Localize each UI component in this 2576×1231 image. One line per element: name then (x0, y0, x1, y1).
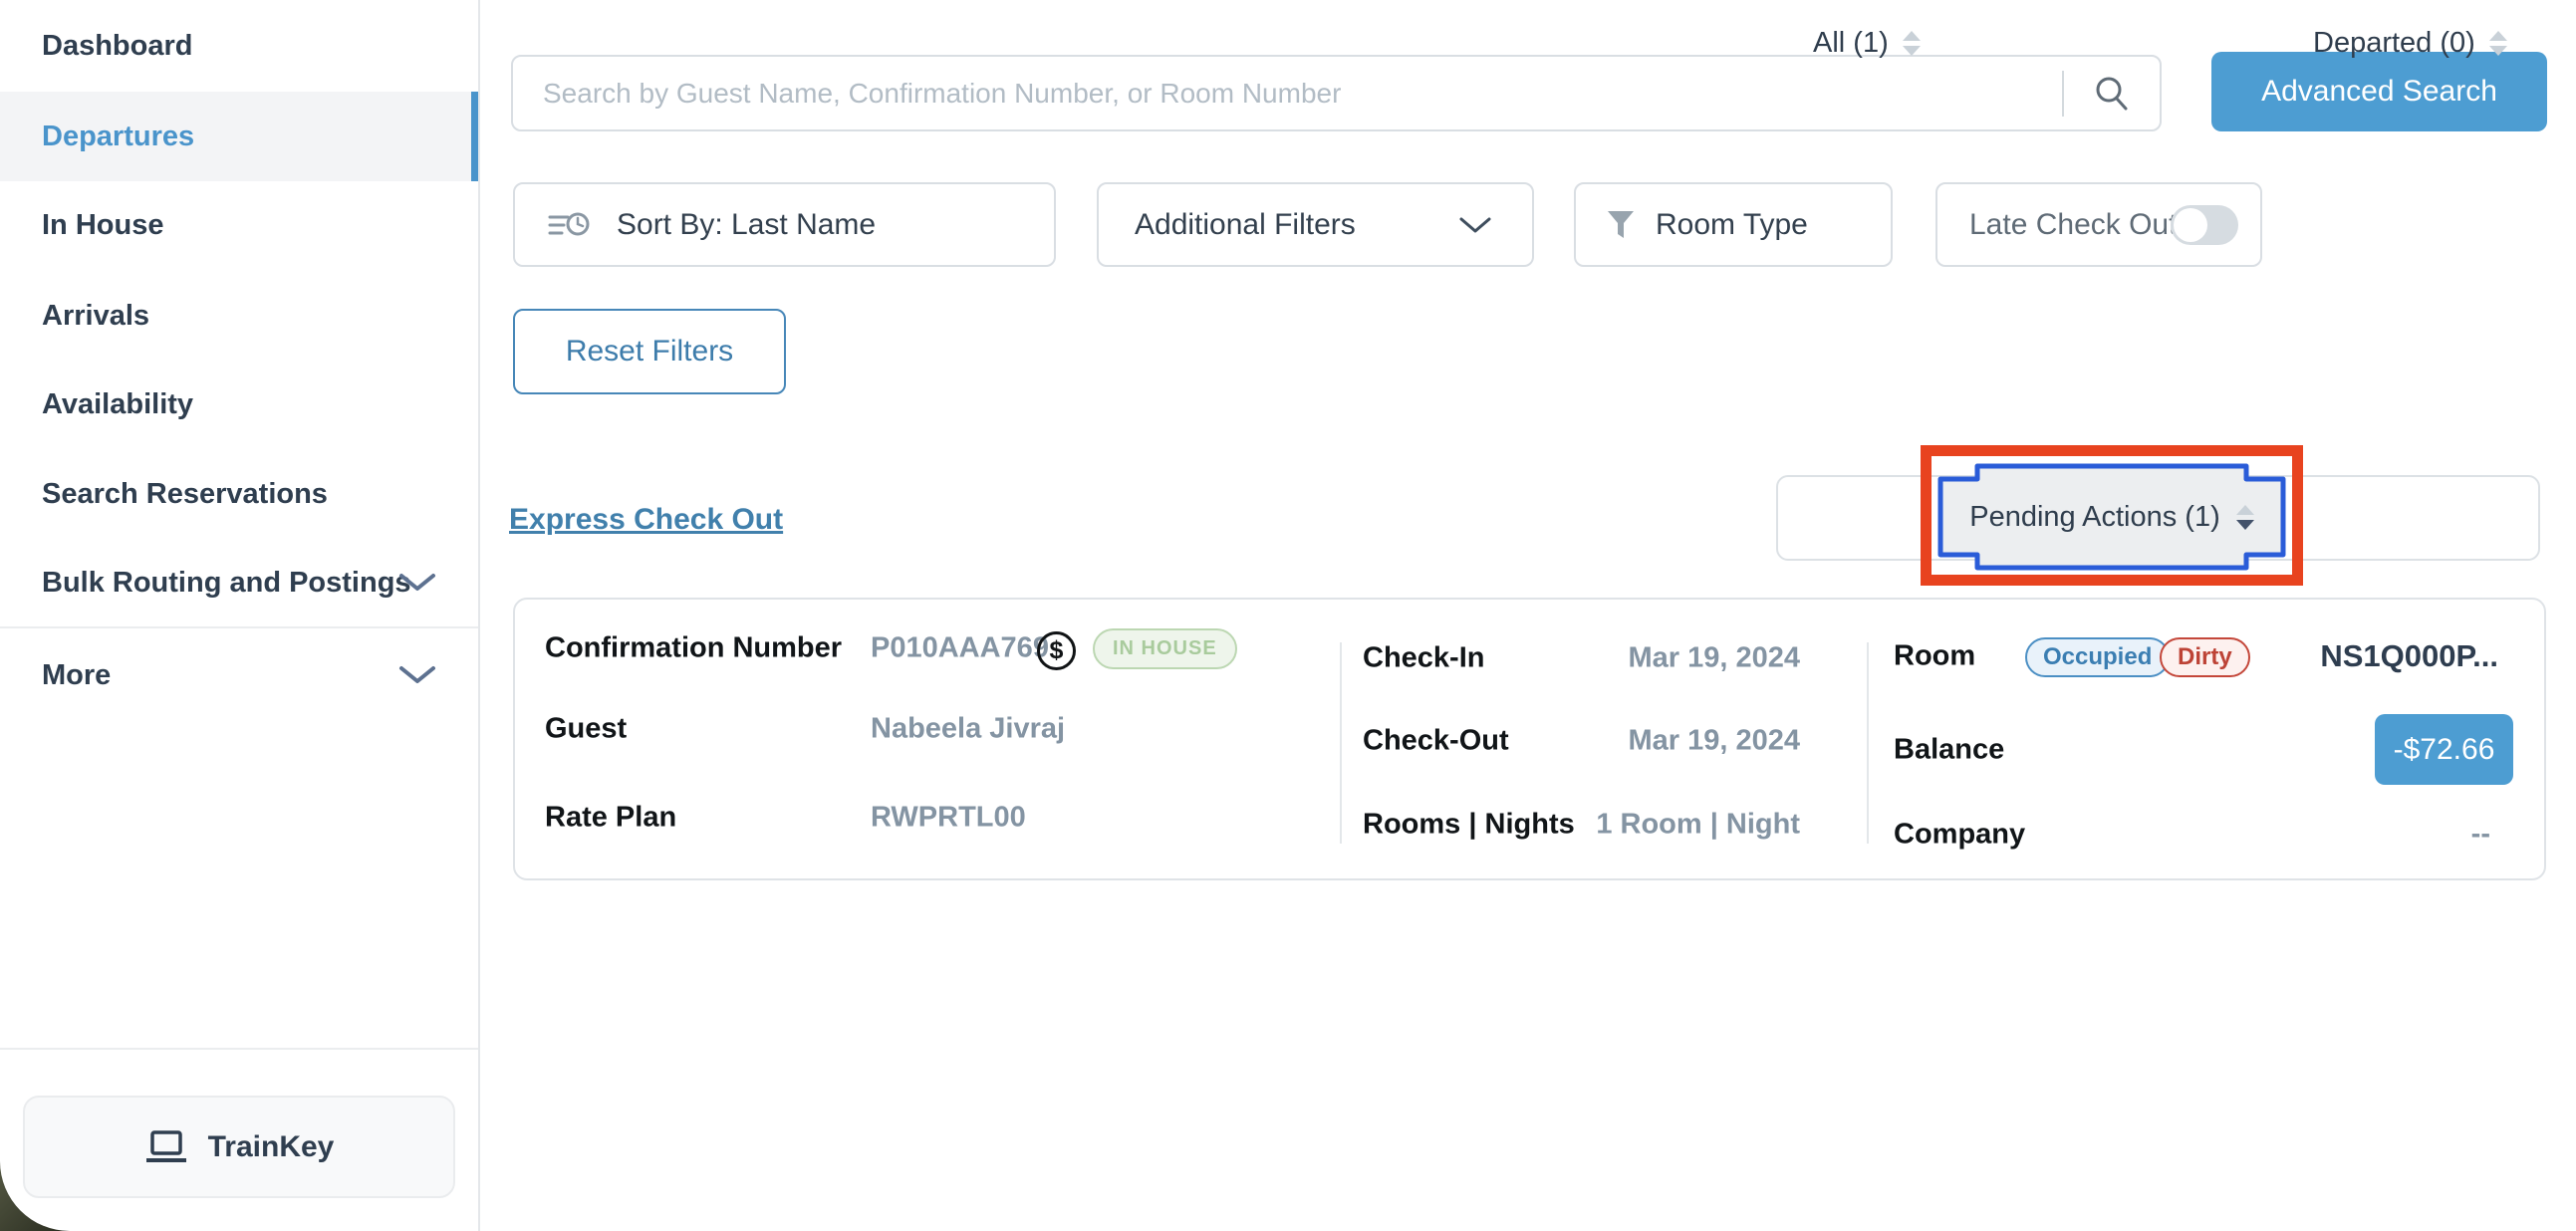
chevron-down-icon (1458, 216, 1492, 234)
payment-dollar-icon[interactable]: $ (1037, 631, 1076, 670)
sort-arrows-icon (1903, 31, 1921, 56)
checkin-label: Check-In (1363, 642, 1484, 675)
laptop-icon (144, 1130, 188, 1164)
sidebar-item-label: More (42, 659, 111, 692)
dropdown-arrows-icon (2236, 505, 2254, 530)
tab-departed[interactable]: Departed (0) (2313, 0, 2507, 86)
checkout-value: Mar 19, 2024 (1494, 725, 1800, 758)
additional-filters-dropdown[interactable]: Additional Filters (1097, 182, 1534, 267)
rate-plan-value: RWPRTL00 (871, 802, 1026, 835)
late-checkout-filter: Late Check Out (1935, 182, 2262, 267)
late-checkout-label: Late Check Out (1969, 208, 2177, 242)
in-house-status-badge: IN HOUSE (1093, 628, 1237, 669)
rooms-nights-value: 1 Room | Night (1494, 809, 1800, 842)
confirmation-number-value: P010AAA769 (871, 632, 1049, 665)
sidebar-item-more[interactable]: More (0, 630, 478, 720)
balance-label: Balance (1894, 734, 2004, 767)
trainkey-button[interactable]: TrainKey (23, 1096, 455, 1198)
room-type-label: Room Type (1656, 208, 1808, 242)
tab-all[interactable]: All (1) (1813, 0, 1921, 86)
confirmation-number-label: Confirmation Number (545, 632, 842, 665)
toggle-knob (2174, 208, 2207, 242)
company-label: Company (1894, 819, 2025, 852)
sort-by-dropdown[interactable]: Sort By: Last Name (513, 182, 1056, 267)
sidebar-item-availability[interactable]: Availability (0, 360, 478, 449)
sort-arrows-icon (2489, 31, 2507, 56)
checkout-label: Check-Out (1363, 725, 1509, 758)
sidebar-item-label: Bulk Routing and Postings (42, 567, 411, 600)
company-value: -- (2291, 819, 2490, 852)
sidebar-item-departures[interactable]: Departures (0, 92, 478, 181)
tab-departed-label: Departed (0) (2313, 27, 2475, 60)
room-number-value[interactable]: NS1Q000P... (2221, 638, 2498, 674)
sidebar-item-label: Departures (42, 121, 194, 153)
room-label: Room (1894, 640, 1975, 673)
checkin-value: Mar 19, 2024 (1494, 642, 1800, 675)
sidebar-item-label: Arrivals (42, 300, 149, 333)
sidebar-item-label: Availability (42, 388, 193, 421)
card-column-divider (1340, 642, 1342, 844)
sort-by-time-icon (547, 207, 593, 243)
tab-pending-actions-label: Pending Actions (1) (1969, 501, 2219, 534)
sidebar-item-label: Search Reservations (42, 478, 328, 511)
late-checkout-toggle[interactable] (2171, 205, 2238, 245)
funnel-icon (1606, 209, 1636, 241)
departures-page: Dashboard Departures In House Arrivals A… (0, 0, 2576, 1231)
sidebar-item-in-house[interactable]: In House (0, 180, 478, 270)
room-type-filter[interactable]: Room Type (1574, 182, 1893, 267)
active-indicator-bar (471, 92, 478, 181)
sidebar: Dashboard Departures In House Arrivals A… (0, 0, 480, 1231)
chevron-down-icon (398, 573, 436, 593)
express-checkout-link[interactable]: Express Check Out (509, 503, 783, 537)
sidebar-item-dashboard[interactable]: Dashboard (0, 1, 478, 91)
card-column-divider (1867, 642, 1869, 844)
sidebar-item-search-reservations[interactable]: Search Reservations (0, 449, 478, 539)
guest-value: Nabeela Jivraj (871, 713, 1065, 746)
sort-by-label: Sort By: Last Name (617, 208, 876, 242)
chevron-down-icon (398, 665, 436, 685)
sidebar-footer-divider (0, 1048, 478, 1050)
additional-filters-label: Additional Filters (1135, 208, 1356, 242)
tab-pending-actions[interactable]: Pending Actions (1) (1937, 463, 2286, 571)
search-button[interactable] (2064, 74, 2160, 114)
search-icon (2092, 74, 2132, 114)
room-occupied-badge: Occupied (2025, 637, 2170, 677)
tab-all-label: All (1) (1813, 27, 1889, 60)
guest-label: Guest (545, 713, 627, 746)
sidebar-divider (0, 626, 478, 628)
rate-plan-label: Rate Plan (545, 802, 676, 835)
sidebar-item-arrivals[interactable]: Arrivals (0, 271, 478, 361)
sidebar-item-label: Dashboard (42, 30, 192, 63)
trainkey-label: TrainKey (208, 1130, 335, 1164)
sidebar-item-bulk-routing[interactable]: Bulk Routing and Postings (0, 538, 478, 627)
dollar-glyph: $ (1050, 636, 1064, 665)
reset-filters-button[interactable]: Reset Filters (513, 309, 786, 394)
balance-amount-button[interactable]: -$72.66 (2375, 714, 2513, 785)
sidebar-item-label: In House (42, 209, 163, 242)
